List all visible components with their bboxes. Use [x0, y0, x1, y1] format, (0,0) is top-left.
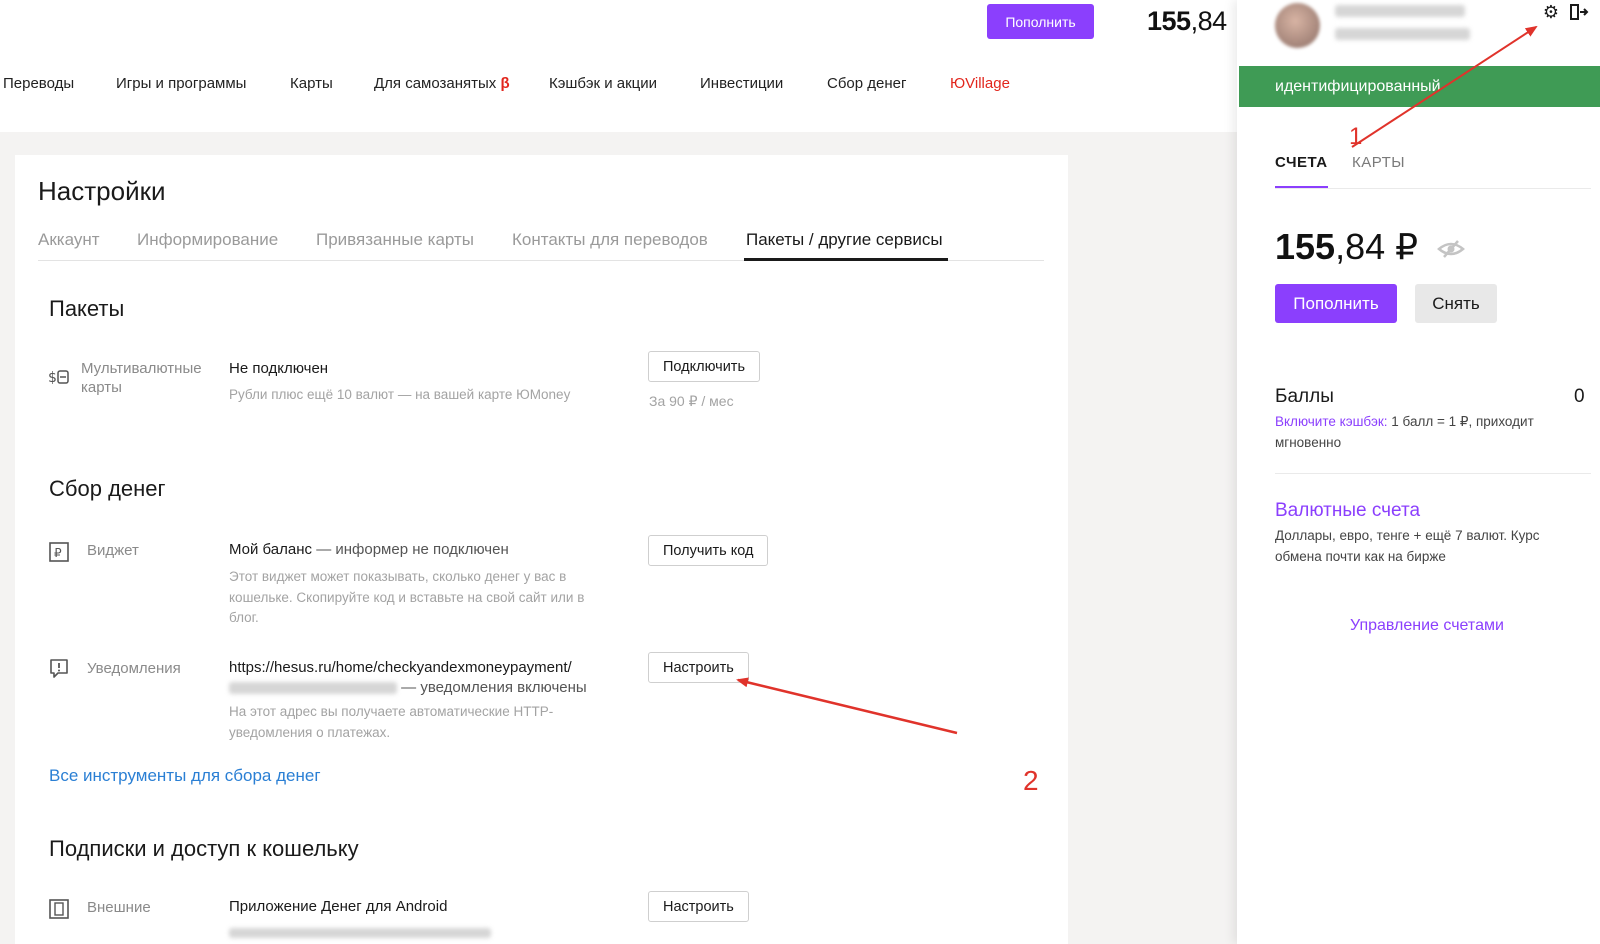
annotation-arrow-2 [736, 677, 958, 735]
annotation-arrow-1 [1351, 25, 1538, 148]
annotation-arrows [736, 25, 1538, 735]
